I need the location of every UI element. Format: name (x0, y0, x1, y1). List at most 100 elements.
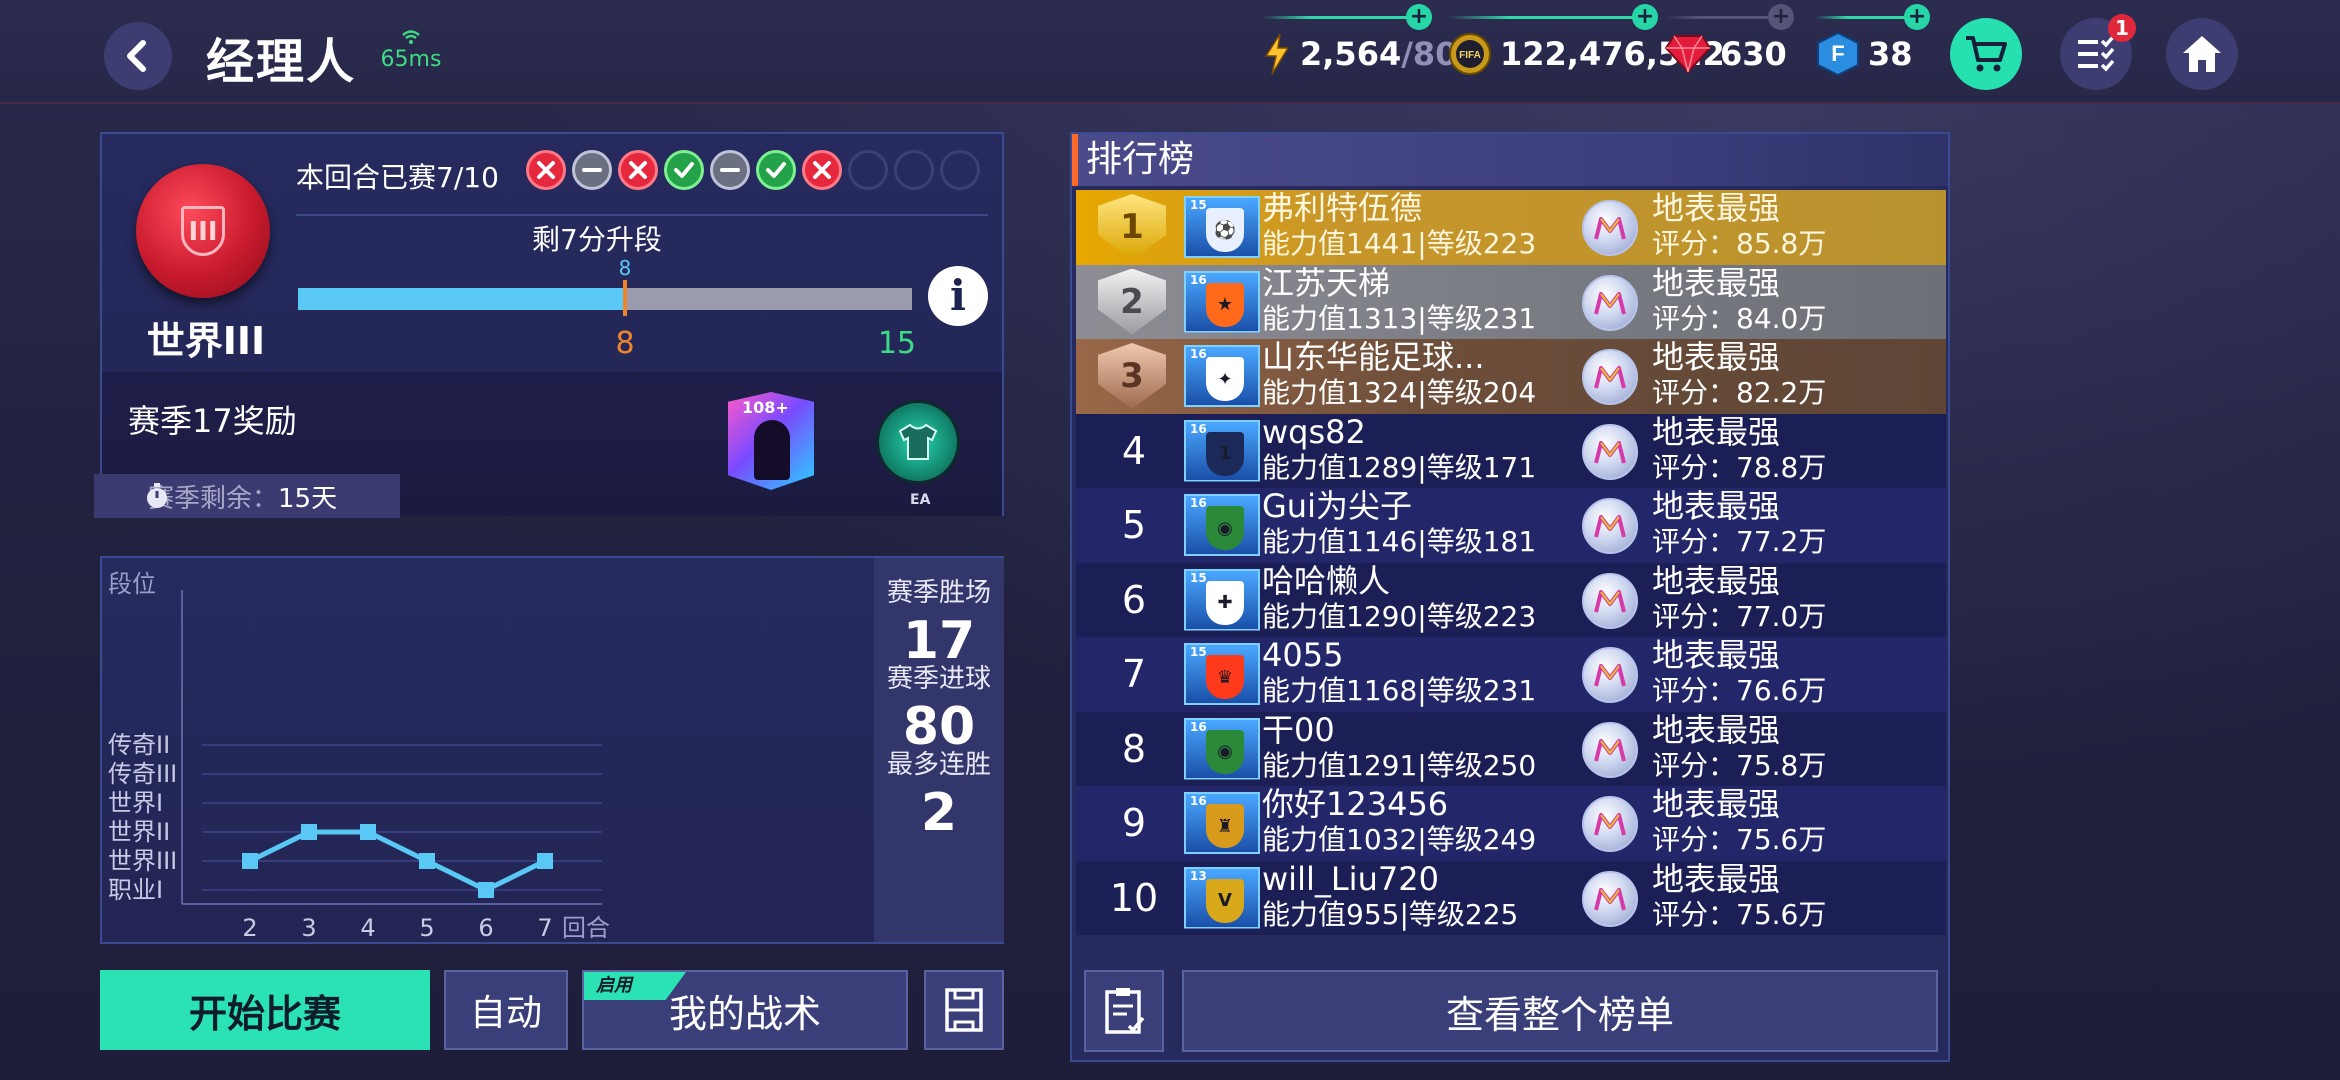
x-tick-label: 3 (301, 914, 316, 942)
back-button[interactable] (104, 22, 172, 90)
promotion-progress-bar: 8 8 15 (298, 256, 916, 361)
player-info: 能力值1313|等级231 (1262, 301, 1537, 335)
leaderboard-row[interactable]: 8 16 ◉ 干00 能力值1291|等级250 地表最强 评分：75.8万 (1076, 710, 1946, 786)
rank-number: 8 (1121, 726, 1147, 771)
player-name: 山东华能足球... (1262, 338, 1485, 376)
gem-counter: + 630 (1664, 4, 1794, 80)
shop-button[interactable] (1950, 18, 2022, 90)
rank-number: 2 (1120, 281, 1144, 322)
stat-label: 最多连胜 (886, 750, 991, 780)
page-title: 经理人 (206, 34, 357, 90)
fifa-points-icon: F (1816, 31, 1860, 77)
player-name: 干00 (1262, 710, 1335, 749)
leaderboard-rules-button[interactable] (1084, 970, 1164, 1052)
leaderboard-row[interactable]: 3 16 ✦ 山东华能足球... 能力值1324|等级204 地表最强 评分：82.2万 (1076, 339, 1946, 414)
task-badge: 1 (2108, 14, 2136, 42)
league-score: 评分：76.6万 (1652, 674, 1827, 707)
energy-counter: + 2,564/80 (1262, 4, 1457, 80)
leaderboard-row[interactable]: 9 16 ♜ 你好123456 能力值1032|等级249 地表最强 评分：75.6万 (1076, 786, 1946, 861)
x-tick-label: 2 (242, 914, 257, 942)
player-info: 能力值1168|等级231 (1262, 674, 1537, 707)
club-crest-icon: ♜ (1206, 804, 1244, 848)
add-gems-button[interactable]: + (1768, 4, 1794, 30)
start-match-button[interactable]: 开始比赛 (100, 970, 430, 1050)
club-badge-icon: 16 ◉ (1184, 494, 1260, 556)
promotion-text: 剩7分升段 (532, 223, 662, 256)
rank-number: 9 (1121, 801, 1147, 845)
player-info: 能力值1290|等级223 (1262, 599, 1537, 633)
club-badge-icon: 16 ◉ (1184, 717, 1260, 780)
divider (296, 214, 988, 216)
info-button[interactable]: i (928, 266, 988, 326)
leaderboard-row[interactable]: 1 15 ⚽ 弗利特伍德 能力值1441|等级223 地表最强 评分：85.8万 (1076, 190, 1946, 265)
kit-reward[interactable] (876, 400, 960, 484)
player-name: 你好123456 (1262, 785, 1449, 823)
player-info: 能力值1032|等级249 (1262, 823, 1537, 856)
ping-indicator: 65ms (376, 30, 446, 72)
match-result-empty-icon (848, 150, 888, 190)
fifa-points-value: 38 (1868, 35, 1913, 73)
stat-label: 赛季胜场 (886, 578, 991, 608)
energy-current: 2,564 (1300, 35, 1402, 73)
y-tick-label: 世界III (108, 847, 177, 875)
my-tactics-button[interactable]: 启用 我的战术 (582, 970, 908, 1050)
data-point (478, 882, 494, 898)
league-emblem-icon (1582, 572, 1638, 629)
view-full-leaderboard-button[interactable]: 查看整个榜单 (1182, 970, 1938, 1052)
club-crest-icon: ✚ (1206, 580, 1244, 625)
club-crest-icon: ◉ (1206, 729, 1244, 774)
leaderboard-row[interactable]: 6 15 ✚ 哈哈懒人 能力值1290|等级223 地表最强 评分：77.0万 (1076, 562, 1946, 637)
season-remaining-value: 15天 (278, 483, 338, 514)
league-score: 评分：75.6万 (1652, 823, 1827, 856)
leaderboard-row[interactable]: 2 16 ★ 江苏天梯 能力值1313|等级231 地表最强 评分：84.0万 (1076, 263, 1946, 339)
club-level: 16 (1190, 421, 1207, 436)
rank-medal-icon: 1 (1098, 194, 1166, 260)
season-stats: 赛季胜场 17 赛季进球 80 最多连胜 2 (874, 558, 1004, 942)
add-energy-button[interactable]: + (1406, 4, 1432, 30)
player-name: 江苏天梯 (1262, 263, 1391, 302)
data-point (360, 824, 376, 840)
add-coins-button[interactable]: + (1632, 4, 1658, 30)
fifa-points-counter: + F 38 (1816, 4, 1930, 80)
club-level: 15 (1190, 645, 1207, 659)
club-level: 15 (1190, 570, 1207, 585)
tasks-button[interactable]: 1 (2060, 14, 2136, 90)
league-emblem-icon (1582, 200, 1638, 256)
leaderboard-row[interactable]: 7 15 ♛ 4055 能力值1168|等级231 地表最强 评分：76.6万 (1076, 637, 1946, 712)
progress-marker (623, 280, 627, 316)
rank-number: 5 (1121, 503, 1147, 547)
chevron-left-icon (127, 40, 146, 72)
tier-history-chart: 段位 职业I 世界III 世界II 世界I 传奇III 传奇II 2 3 4 5 6 7 回合 (102, 558, 874, 942)
player-name: 4055 (1262, 636, 1344, 674)
player-info: 能力值1324|等级204 (1262, 376, 1537, 409)
league-name: 地表最强 (1652, 338, 1781, 376)
ping-value: 65ms (380, 47, 442, 72)
leaderboard-row[interactable]: 4 16 1 wqs82 能力值1289|等级171 地表最强 评分：78.8万 (1076, 413, 1946, 488)
player-name: will_Liu720 (1262, 859, 1439, 898)
home-button[interactable] (2166, 18, 2238, 90)
y-tick-label: 传奇II (108, 731, 170, 759)
auto-button[interactable]: 自动 (444, 970, 568, 1050)
player-card-reward[interactable]: 108+ (728, 392, 814, 490)
league-name: 地表最强 (1652, 487, 1781, 525)
player-info: 能力值1146|等级181 (1262, 525, 1537, 558)
league-emblem-icon (1582, 274, 1638, 331)
player-info: 能力值1289|等级171 (1262, 450, 1537, 484)
leaderboard-row[interactable]: 5 16 ◉ Gui为尖子 能力值1146|等级181 地表最强 评分：77.2万 (1076, 488, 1946, 563)
club-badge-icon: 16 ♜ (1184, 792, 1260, 854)
add-fifa-points-button[interactable]: + (1904, 4, 1930, 30)
club-crest-icon: ✦ (1206, 357, 1244, 401)
x-axis-title: 回合 (562, 914, 610, 942)
leaderboard-row[interactable]: 10 13 Vwill_Liu720 能力值955|等级225 地表最强 评分：75.6万 (1076, 859, 1946, 935)
club-crest-icon: 1 (1206, 431, 1244, 476)
league-score: 评分：77.0万 (1652, 599, 1827, 633)
club-level: 16 (1190, 794, 1207, 808)
season-stat: 赛季胜场 17 (874, 572, 1004, 671)
league-name: 地表最强 (1652, 636, 1781, 674)
formation-button[interactable] (924, 970, 1004, 1050)
player-info: 能力值1291|等级250 (1262, 748, 1537, 782)
coin-counter: + FIFA 122,476,522 (1448, 4, 1725, 80)
match-result-win-icon (664, 150, 704, 190)
club-crest-icon: ◉ (1206, 506, 1244, 550)
y-tick-label: 职业I (108, 876, 163, 904)
